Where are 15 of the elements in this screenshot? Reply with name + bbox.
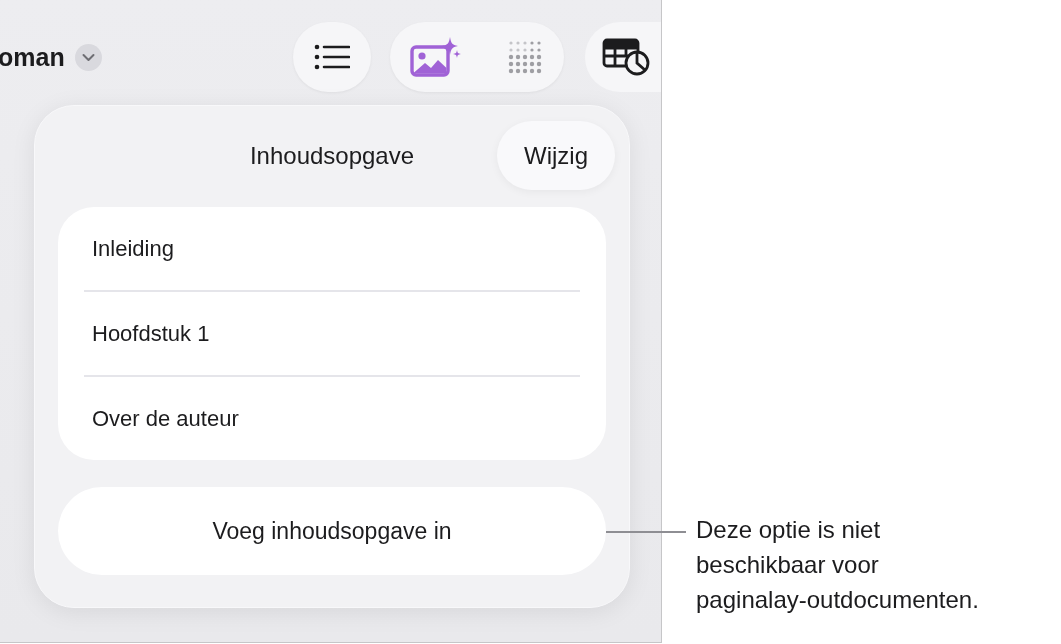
dot-grid-button[interactable]	[508, 40, 542, 74]
contents-entry[interactable]: Hoofdstuk 1	[92, 317, 210, 350]
contents-entry[interactable]: Over de auteur	[92, 402, 239, 435]
insert-contents-button[interactable]: Voeg inhoudsopgave in	[58, 487, 606, 575]
image-playground-button[interactable]	[410, 37, 462, 77]
table-chart-button[interactable]	[585, 22, 661, 92]
table-chart-icon	[602, 38, 650, 76]
edit-button[interactable]: Wijzig	[497, 121, 615, 190]
chevron-down-icon[interactable]	[74, 43, 102, 71]
image-sparkle-icon	[410, 37, 462, 77]
list-icon	[314, 44, 350, 70]
popover-title: Inhoudsopgave	[249, 140, 415, 171]
contents-entry[interactable]: Inleiding	[92, 232, 174, 265]
callout-text: Deze optie is niet beschikbaar voor paginalay-outdocumenten.	[696, 515, 979, 615]
dot-grid-icon	[508, 40, 542, 74]
